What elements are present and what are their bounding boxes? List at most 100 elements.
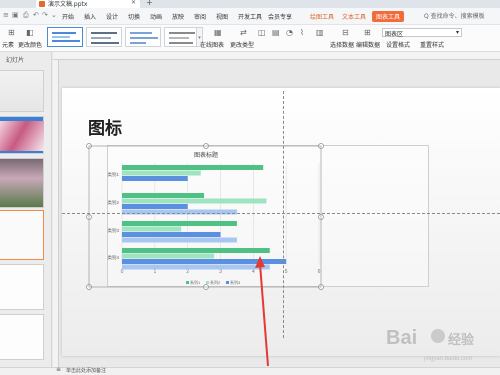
format-selection-button[interactable]: 设置格式 [386,40,410,49]
chart-tools-ribbon: ⊞ 元素 ◧ 更改颜色 ▾ ▦ 在线图表 ⇄ 更改类型 ◫ ▤ ◔ ⌇ ▥ ⊟ … [0,25,500,52]
notes-icon: ≡ [56,366,62,373]
slide-title[interactable]: 图标 [88,114,122,139]
legend-swatch [206,281,209,284]
slide-thumbnail-4-selected[interactable] [0,210,44,260]
file-menu-icon[interactable]: ≡ [3,11,9,19]
add-element-icon[interactable]: ⊞ [8,28,15,37]
bar-1-1 [122,165,264,170]
alignment-guide-vertical [283,91,284,338]
document-tab-bar: 演示文稿.pptx ✕ + [0,0,500,8]
svg-text:jingyan.baidu.com: jingyan.baidu.com [423,356,472,362]
baidu-jingyan-watermark: Bai 经验 jingyan.baidu.com [386,327,475,362]
x-tick-label: 3 [219,269,222,275]
svg-text:经验: 经验 [448,332,475,347]
menu-item-animation[interactable]: 动画 [150,12,162,21]
category-label: 类别3 [107,227,119,234]
chart-title: 图表标题 [194,151,218,159]
chart-style-thumb-3[interactable] [125,27,161,47]
legend-label: 系列2 [210,279,221,285]
bar-3-4 [122,237,237,243]
chart-gridline-icon[interactable]: ▥ [316,28,324,37]
slide-canvas[interactable]: 图标 图表标题 0 1 2 3 4 5 6 类别1 类别2 类别3 类别4 系列1 系列2 系列3 [62,88,500,356]
menu-item-review[interactable]: 审阅 [194,12,206,21]
select-data-icon[interactable]: ⊟ [342,28,349,37]
legend-swatch [186,281,189,284]
annotation-arrow [255,256,269,367]
alignment-guide-horizontal [62,213,500,214]
menu-item-slideshow[interactable]: 放映 [172,12,184,21]
bar-4-4 [122,264,270,270]
slides-panel-tab[interactable]: 幻灯片 [6,55,24,64]
legend-label: 系列1 [190,279,201,285]
menu-item-developer[interactable]: 开发工具 [238,12,262,21]
new-tab-button[interactable]: + [146,0,153,7]
online-chart-button[interactable]: 在线图表 [200,40,224,49]
x-tick-label: 5 [285,269,288,275]
change-color-button[interactable]: 更改颜色 [18,40,42,49]
status-bar: ≡ 单击此处添加备注 [0,366,500,375]
menu-item-transition[interactable]: 切换 [128,12,140,21]
vertical-ruler [53,60,59,367]
save-icon[interactable]: ▣ [12,11,19,19]
change-color-icon[interactable]: ◧ [26,28,34,37]
presentation-app: 演示文稿.pptx ✕ + ≡ ▣ ⎙ ↶ ↷ ⌄ 开始 插入 设计 切换 动画… [0,0,500,375]
category-label: 类别1 [107,171,119,178]
chart-element-icon[interactable]: ◫ [258,28,266,37]
bar-4-1 [122,248,270,253]
change-type-button[interactable]: 更改类型 [230,40,254,49]
slide-thumbnail-6[interactable] [0,314,44,360]
x-tick-label: 0 [121,269,124,275]
slide-thumbnail-3[interactable] [0,158,44,208]
x-tick-label: 1 [153,269,156,275]
bar-2-1 [122,193,205,198]
x-tick-label: 6 [318,269,321,275]
menu-item-chart-tools[interactable]: 图表工具 [372,11,405,22]
chart-trendline-icon[interactable]: ⌇ [300,28,304,37]
category-label: 类别4 [107,254,119,261]
horizontal-ruler [53,52,500,60]
change-type-icon[interactable]: ⇄ [240,28,247,37]
menu-bar: ≡ ▣ ⎙ ↶ ↷ ⌄ 开始 插入 设计 切换 动画 放映 审阅 视图 开发工具… [0,8,500,25]
menu-item-start[interactable]: 开始 [62,12,74,21]
presentation-file-icon [39,1,45,7]
chart-style-thumb-4[interactable] [164,27,200,47]
edit-data-button[interactable]: 编辑数据 [356,40,380,49]
menu-item-drawing-tools[interactable]: 绘图工具 [310,12,334,21]
redo-icon[interactable]: ↷ [42,11,48,19]
add-element-button[interactable]: 元素 [2,40,14,49]
document-tab[interactable]: 演示文稿.pptx ✕ [36,0,140,8]
edit-data-icon[interactable]: ⊞ [364,28,371,37]
x-tick-label: 2 [186,269,189,275]
chart-element-select[interactable]: 图表区 ▾ [382,28,462,38]
chart-layout-icon[interactable]: ▤ [272,28,280,37]
menu-item-member[interactable]: 会员专享 [268,12,292,21]
print-icon[interactable]: ⎙ [23,11,29,20]
menu-item-text-tools[interactable]: 文本工具 [342,12,366,21]
reset-style-button[interactable]: 重置样式 [420,40,444,49]
menu-item-insert[interactable]: 插入 [84,12,96,21]
bar-2-3 [122,204,188,209]
chart-element-select-value: 图表区 [385,31,404,38]
menu-item-design[interactable]: 设计 [106,12,118,21]
command-search-input[interactable]: Q 查找命令、搜索模板 [424,11,500,21]
bar-1-2 [122,170,201,176]
add-notes-hint[interactable]: 单击此处添加备注 [66,367,106,374]
document-tab-title: 演示文稿.pptx [48,1,88,8]
slide-thumbnail-5[interactable] [0,264,44,310]
select-data-button[interactable]: 选择数据 [330,40,354,49]
close-tab-icon[interactable]: ✕ [131,0,136,6]
more-quick-access-icon[interactable]: ⌄ [51,11,57,19]
category-label: 类别2 [107,199,119,206]
chart-style-thumb-2[interactable] [86,27,122,47]
slide-thumbnail-1[interactable] [0,70,44,112]
menu-item-view[interactable]: 视图 [216,12,228,21]
bar-3-2 [122,226,182,232]
bar-3-3 [122,232,221,237]
chart-style-thumb-1[interactable] [47,27,83,47]
chart-axis-icon[interactable]: ◔ [286,28,293,37]
undo-icon[interactable]: ↶ [33,11,39,19]
online-chart-icon[interactable]: ▦ [214,28,222,37]
slide-thumbnail-2[interactable] [0,116,44,154]
legend-swatch [226,281,229,284]
bar-1-3 [122,176,188,181]
